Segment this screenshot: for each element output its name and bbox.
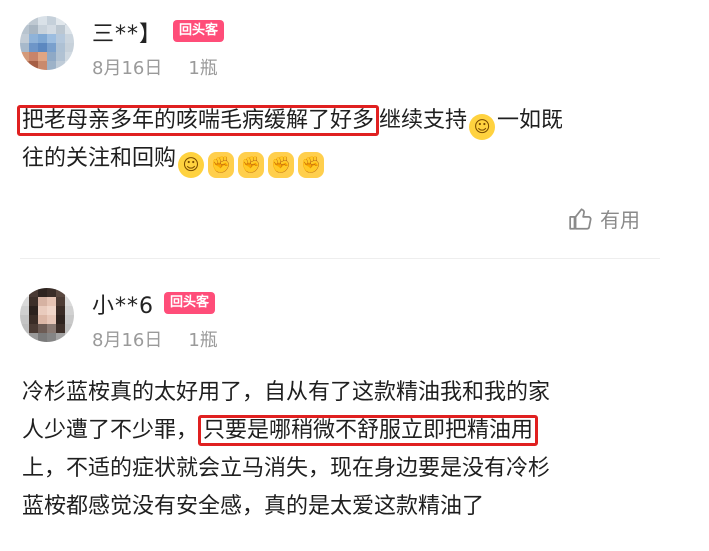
avatar[interactable]: [20, 288, 74, 342]
purchase-quantity: 1瓶: [188, 330, 218, 351]
purchase-quantity: 1瓶: [188, 58, 218, 79]
review-line: 冷杉蓝桉真的太好用了，自从有了这款精油我和我的家: [22, 374, 682, 412]
review-segment: 人少遭了不少罪，: [22, 418, 199, 443]
review-text: 冷杉蓝桉真的太好用了，自从有了这款精油我和我的家 人少遭了不少罪， 只要是哪稍微不…: [22, 374, 682, 526]
review-line: 蓝桉都感觉没有安全感，真的是太爱这款精油了: [22, 488, 682, 526]
review-meta: 8月16日 1瓶: [92, 54, 244, 80]
review-card: 小**6 回头客 8月16日 1瓶 冷杉蓝桉真的太好用了，自从有了这款精油我和我的…: [0, 262, 709, 551]
fist-emoji-icon: ✊: [238, 152, 265, 178]
repeat-customer-badge: 回头客: [164, 292, 216, 314]
divider: [20, 258, 660, 259]
review-date: 8月16日: [92, 330, 163, 351]
useful-label: 有用: [600, 208, 640, 232]
review-line: 上，不适的症状就会立马消失，现在身边要是没有冷杉: [22, 450, 682, 488]
review-meta: 8月16日 1瓶: [92, 326, 244, 352]
highlighted-text: 把老母亲多年的咳喘毛病缓解了好多: [17, 105, 380, 136]
review-segment: 往的关注和回购: [22, 146, 177, 171]
repeat-customer-badge: 回头客: [173, 20, 225, 42]
fist-emoji-icon: ✊: [268, 152, 295, 178]
fist-emoji-icon: ✊: [298, 152, 325, 178]
review-segment: 一如既: [497, 108, 564, 133]
grin-emoji-icon: ☺: [178, 152, 205, 178]
review-segment: 蓝桉都感觉没有安全感，真的是太爱这款精油了: [22, 494, 485, 519]
fist-emoji-icon: ✊: [208, 152, 235, 178]
username: 三**】: [92, 22, 163, 47]
grin-emoji-icon: ☺: [469, 114, 496, 140]
review-date: 8月16日: [92, 58, 163, 79]
review-segment: 继续支持: [379, 108, 468, 133]
useful-button[interactable]: 有用: [568, 204, 640, 233]
username: 小**6: [92, 294, 154, 319]
review-line: 人少遭了不少罪， 只要是哪稍微不舒服立即把精油用: [22, 412, 682, 450]
thumbs-up-icon: [569, 208, 592, 230]
highlighted-text: 只要是哪稍微不舒服立即把精油用: [198, 415, 539, 446]
review-segment: 上，不适的症状就会立马消失，现在身边要是没有冷杉: [22, 456, 551, 481]
review-segment: 冷杉蓝桉真的太好用了，自从有了这款精油我和我的家: [22, 380, 551, 405]
review-line: 往的关注和回购 ☺ ✊ ✊ ✊ ✊: [22, 140, 672, 178]
review-card: 三**】 回头客 8月16日 1瓶 把老母亲多年的咳喘毛病缓解了好多 继续支持 ☺ 一如…: [0, 0, 709, 260]
avatar[interactable]: [20, 16, 74, 70]
review-line: 把老母亲多年的咳喘毛病缓解了好多 继续支持 ☺ 一如既: [17, 102, 672, 140]
review-text: 把老母亲多年的咳喘毛病缓解了好多 继续支持 ☺ 一如既 往的关注和回购 ☺ ✊ ✊ ✊ ✊: [17, 102, 672, 178]
